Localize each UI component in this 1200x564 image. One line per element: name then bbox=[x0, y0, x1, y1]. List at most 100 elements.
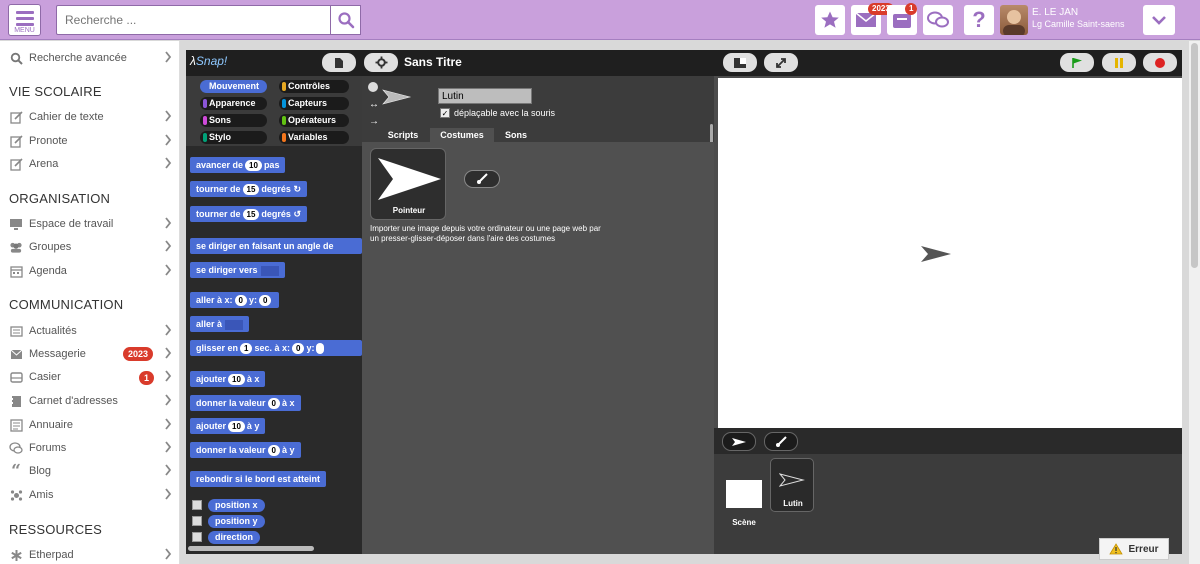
chevron-right-icon bbox=[165, 548, 172, 560]
sidebar-item-espace-de-travail[interactable]: Espace de travail bbox=[0, 214, 180, 234]
warning-icon bbox=[1109, 543, 1124, 555]
category-capteurs[interactable]: Capteurs bbox=[279, 97, 349, 110]
block-change-x[interactable]: ajouter 10 à x bbox=[190, 371, 266, 387]
paint-new-costume-button[interactable] bbox=[464, 170, 500, 188]
monitor-icon bbox=[10, 218, 22, 230]
user-name[interactable]: E. LE JAN bbox=[1032, 7, 1078, 18]
news-icon bbox=[9, 325, 23, 337]
reporter-direction[interactable]: direction bbox=[208, 531, 261, 544]
settings-button[interactable] bbox=[364, 53, 398, 72]
svg-text:→: → bbox=[369, 116, 379, 127]
sidebar-item-blog[interactable]: “ Blog bbox=[0, 461, 180, 481]
sprite-thumbnail-icon bbox=[382, 89, 412, 105]
sidebar-item-groupes[interactable]: Groupes bbox=[0, 237, 180, 257]
snap-logo[interactable]: λSnap! bbox=[190, 54, 227, 68]
section-title-organisation: ORGANISATION bbox=[9, 191, 111, 206]
error-label: Erreur bbox=[1128, 543, 1159, 555]
stop-button[interactable] bbox=[1143, 53, 1177, 72]
error-button[interactable]: Erreur bbox=[1099, 538, 1169, 560]
sidebar-item-advanced-search[interactable]: Recherche avancée bbox=[0, 48, 180, 68]
rotation-style-icon[interactable]: ↔→ bbox=[366, 80, 380, 130]
category-apparence[interactable]: Apparence bbox=[200, 97, 267, 110]
search-icon bbox=[337, 12, 354, 29]
import-hint: Importer une image depuis votre ordinate… bbox=[370, 224, 601, 243]
block-change-y[interactable]: ajouter 10 à y bbox=[190, 418, 266, 434]
costume-name: Pointeur bbox=[392, 206, 426, 215]
file-menu-button[interactable] bbox=[322, 53, 356, 72]
block-go-to-xy[interactable]: aller à x: 0 y: 0 bbox=[190, 292, 280, 308]
stage[interactable] bbox=[718, 78, 1182, 428]
sprite-arrow-icon[interactable] bbox=[920, 244, 952, 264]
draggable-label: déplaçable avec la souris bbox=[454, 108, 556, 118]
expand-icon bbox=[776, 57, 786, 68]
help-button[interactable]: ? bbox=[964, 5, 994, 35]
category-sons[interactable]: Sons bbox=[200, 114, 267, 127]
block-bounce[interactable]: rebondir si le bord est atteint bbox=[190, 471, 327, 487]
checkbox-position-y[interactable] bbox=[192, 516, 202, 526]
sidebar-item-agenda[interactable]: Agenda bbox=[0, 261, 180, 281]
section-title-communication: COMMUNICATION bbox=[9, 297, 124, 312]
reporter-position-y[interactable]: position y bbox=[208, 515, 265, 528]
block-turn-right[interactable]: tourner de 15 degrés ↻ bbox=[190, 181, 307, 197]
draggable-checkbox[interactable]: ✓ bbox=[440, 108, 450, 118]
sidebar-item-forums[interactable]: Forums bbox=[0, 438, 180, 458]
sidebar-item-cahier-de-texte[interactable]: Cahier de texte bbox=[0, 107, 180, 127]
avatar[interactable] bbox=[1000, 5, 1028, 35]
sidebar-item-etherpad[interactable]: Etherpad bbox=[0, 545, 180, 564]
account-menu-button[interactable] bbox=[1143, 5, 1175, 35]
sidebar-item-annuaire[interactable]: Annuaire bbox=[0, 415, 180, 435]
category-selector: Mouvement Contrôles Apparence Capteurs S… bbox=[186, 76, 362, 146]
chevron-right-icon bbox=[165, 240, 172, 252]
category-variables[interactable]: Variables bbox=[279, 131, 349, 144]
pause-button[interactable] bbox=[1102, 53, 1136, 72]
category-controles[interactable]: Contrôles bbox=[279, 80, 349, 93]
chat-button[interactable] bbox=[923, 5, 953, 35]
sprite-tile-lutin[interactable]: Lutin bbox=[770, 458, 814, 512]
block-set-x[interactable]: donner la valeur 0 à x bbox=[190, 395, 301, 411]
page-scrollbar-thumb[interactable] bbox=[1191, 43, 1198, 268]
block-turn-left[interactable]: tourner de 15 degrés ↺ bbox=[190, 206, 307, 222]
tab-scripts[interactable]: Scripts bbox=[380, 128, 426, 142]
block-move[interactable]: avancer de 10 pas bbox=[190, 157, 286, 173]
star-icon bbox=[821, 11, 839, 28]
checkbox-direction[interactable] bbox=[192, 532, 202, 542]
menu-button[interactable]: MENU bbox=[8, 4, 41, 36]
chevron-right-icon bbox=[165, 264, 172, 276]
costume-tile[interactable]: Pointeur bbox=[370, 148, 446, 220]
category-operateurs[interactable]: Opérateurs bbox=[279, 114, 349, 127]
sprite-corral: Scène Lutin bbox=[714, 428, 1182, 554]
palette-scrollbar[interactable] bbox=[188, 546, 314, 551]
category-stylo[interactable]: Stylo bbox=[200, 131, 267, 144]
tab-costumes[interactable]: Costumes bbox=[430, 128, 494, 142]
sidebar-item-pronote[interactable]: Pronote bbox=[0, 131, 180, 151]
paint-new-sprite-button[interactable] bbox=[764, 432, 798, 451]
sprite-name-input[interactable] bbox=[438, 88, 532, 104]
sidebar-item-arena[interactable]: Arena bbox=[0, 154, 180, 174]
search-input[interactable] bbox=[56, 5, 331, 35]
sidebar-item-actualites[interactable]: Actualités bbox=[0, 321, 180, 341]
block-go-to[interactable]: aller à bbox=[190, 316, 250, 332]
stage-size-button[interactable] bbox=[723, 53, 757, 72]
add-turtle-sprite-button[interactable] bbox=[722, 432, 756, 451]
chevron-right-icon bbox=[165, 418, 172, 430]
block-point-towards[interactable]: se diriger vers bbox=[190, 262, 285, 278]
tab-sons[interactable]: Sons bbox=[496, 128, 536, 142]
reporter-position-x[interactable]: position x bbox=[208, 499, 265, 512]
fullscreen-button[interactable] bbox=[764, 53, 798, 72]
category-mouvement[interactable]: Mouvement bbox=[200, 80, 267, 93]
scene-thumbnail[interactable] bbox=[726, 480, 762, 508]
block-glide[interactable]: glisser en 1 sec. à x: 0 y: bbox=[190, 340, 362, 356]
sidebar-item-carnet-adresses[interactable]: Carnet d'adresses bbox=[0, 391, 180, 411]
sidebar-item-label: Carnet d'adresses bbox=[29, 395, 118, 407]
block-point-in-direction[interactable]: se diriger en faisant un angle de bbox=[190, 238, 362, 254]
block-set-y[interactable]: donner la valeur 0 à y bbox=[190, 442, 301, 458]
sidebar-item-label: Casier bbox=[29, 371, 61, 383]
green-flag-button[interactable] bbox=[1060, 53, 1094, 72]
favorites-button[interactable] bbox=[815, 5, 845, 35]
page-scrollbar[interactable] bbox=[1189, 41, 1200, 564]
checkbox-position-x[interactable] bbox=[192, 500, 202, 510]
chevron-right-icon bbox=[165, 347, 172, 359]
sidebar-item-amis[interactable]: Amis bbox=[0, 485, 180, 505]
search-button[interactable] bbox=[331, 5, 361, 35]
chevron-right-icon bbox=[165, 110, 172, 122]
